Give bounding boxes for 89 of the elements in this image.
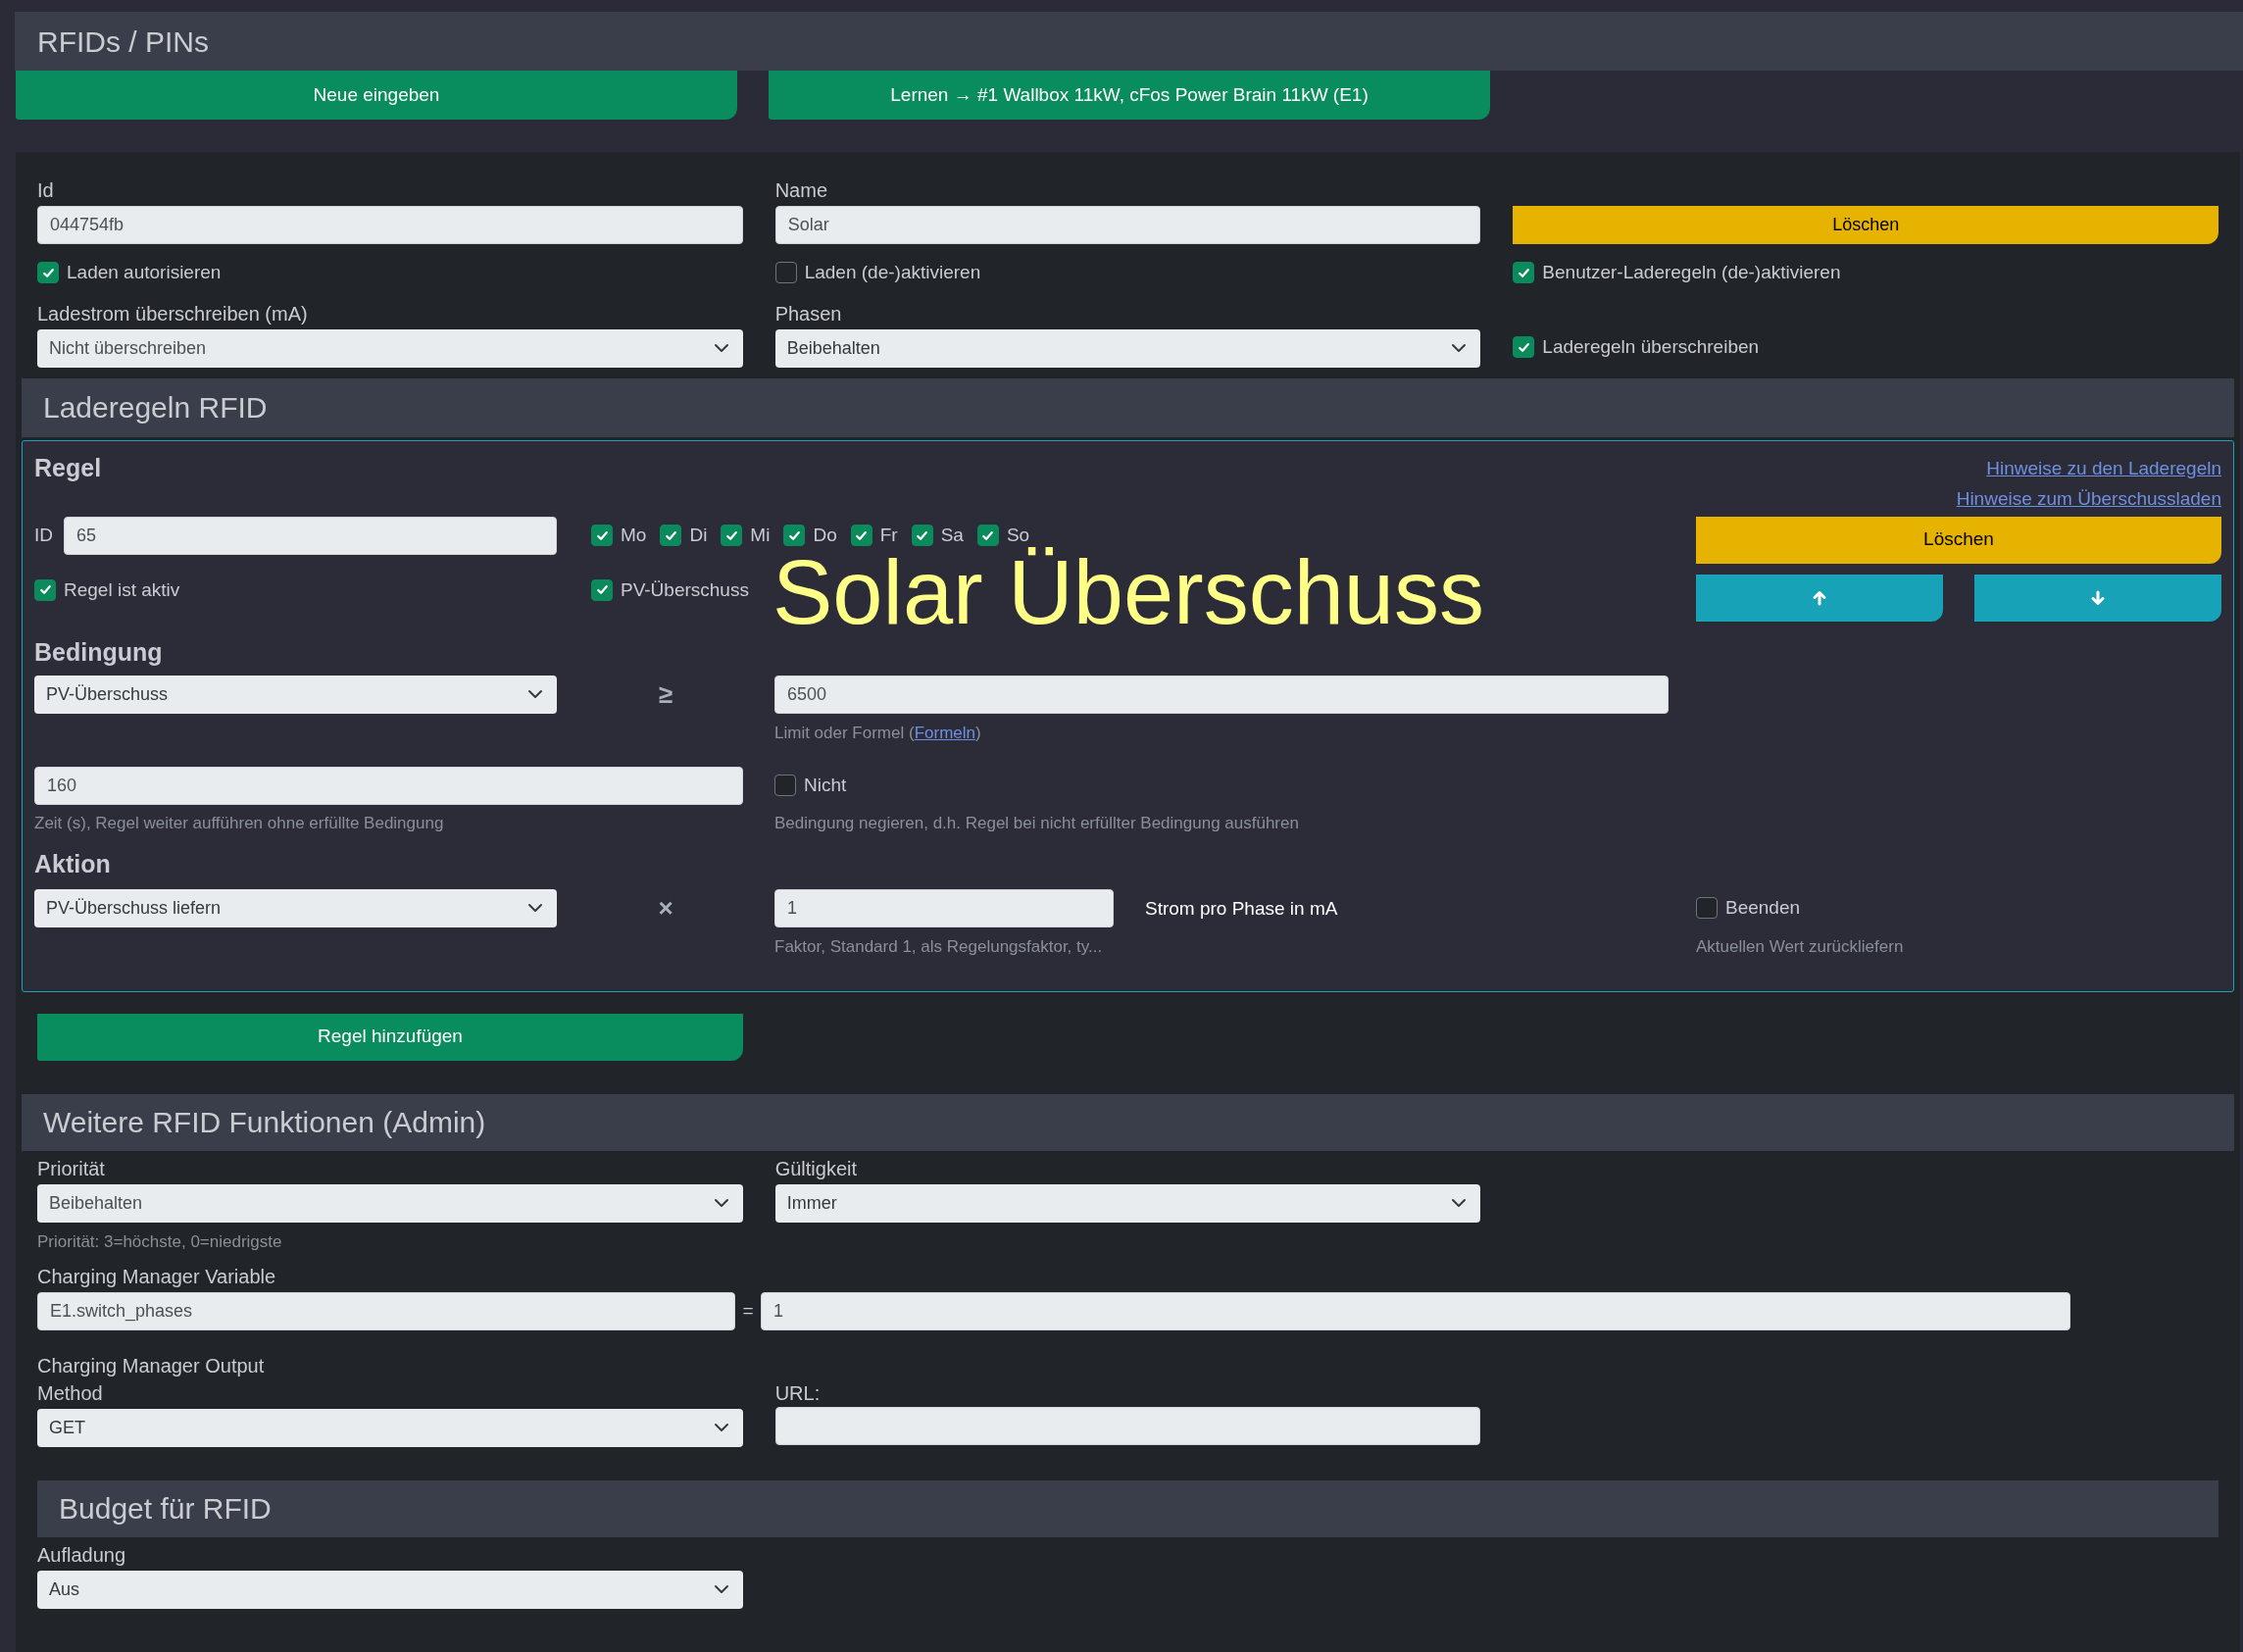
hint-text: Faktor, Standard 1, als Regelungsfaktor, ty... [774, 935, 1104, 958]
text-field[interactable]: 1 [761, 1291, 2070, 1330]
checkbox[interactable] [1513, 262, 1535, 284]
checkbox[interactable] [721, 525, 743, 546]
checkbox-label: Fr [879, 523, 898, 547]
checkbox-label: Nicht [804, 773, 847, 797]
operator-symbol: × [657, 891, 674, 925]
rule-comment: Solar Überschuss [772, 546, 1485, 637]
field-label: Phasen [774, 301, 843, 326]
checkbox-label: Regel ist aktiv [64, 577, 180, 602]
dropdown[interactable]: Beibehalten [37, 1183, 743, 1223]
rule-heading: Regel [34, 452, 102, 482]
field-label: Charging Manager Output [37, 1353, 266, 1378]
field-label: Charging Manager Variable [37, 1264, 277, 1289]
unit-label: Strom pro Phase in mA [1145, 896, 1338, 921]
dropdown[interactable]: PV-Überschuss liefern [34, 888, 557, 927]
button[interactable]: Lernen → #1 Wallbox 11kW, cFos Power Brain 11kW (E1) [769, 71, 1490, 120]
hint-text: Bedingung negieren, d.h. Regel bei nicht erfüllter Bedingung ausführen [774, 812, 1299, 834]
arrow-down-icon [2090, 589, 2106, 606]
checkbox-label: So [1006, 523, 1030, 547]
section-title: Budget für RFID [58, 1491, 273, 1527]
hint-text: Priorität: 3=höchste, 0=niedrigste [37, 1230, 283, 1253]
text-field[interactable]: Solar [774, 206, 1481, 244]
checkbox[interactable] [37, 262, 59, 284]
checkbox[interactable] [591, 578, 613, 601]
dropdown[interactable]: PV-Überschuss [34, 675, 557, 714]
checkbox-label: Benutzer-Laderegeln (de-)aktivieren [1542, 261, 1841, 284]
checkbox-label: Laden autorisieren [67, 261, 222, 284]
checkbox-label: Laden (de-)aktivieren [804, 261, 981, 284]
text-field[interactable]: E1.switch_phases [37, 1291, 735, 1330]
dropdown[interactable]: Beibehalten [774, 328, 1481, 368]
delete-button[interactable]: Löschen [1513, 206, 2218, 244]
dropdown[interactable]: GET [37, 1408, 743, 1447]
section-title: Weitere RFID Funktionen (Admin) [42, 1105, 487, 1140]
checkbox-label: PV-Überschuss [621, 577, 749, 602]
section-heading: Bedingung [34, 636, 164, 667]
text-field[interactable] [774, 1406, 1481, 1445]
checkbox[interactable] [850, 525, 872, 546]
dropdown[interactable]: Aus [37, 1570, 743, 1609]
field-label: Id [37, 178, 55, 203]
checkbox-label: Di [689, 523, 708, 547]
checkbox[interactable] [783, 525, 806, 546]
hint-text: Limit oder Formel (Formeln) [774, 722, 982, 744]
hint-text: Zeit (s), Regel weiter aufführen ohne erfüllte Bedingung [34, 812, 445, 834]
text-field[interactable]: 6500 [774, 675, 1669, 714]
formulas-link[interactable]: Formeln [914, 723, 975, 742]
button[interactable]: Regel hinzufügen [37, 1013, 743, 1061]
checkbox[interactable] [660, 525, 682, 546]
text-field[interactable]: 65 [64, 516, 557, 555]
field-label: Aufladung [37, 1542, 127, 1568]
dropdown[interactable]: Nicht überschreiben [37, 328, 743, 368]
checkbox[interactable] [1513, 336, 1535, 359]
checkbox[interactable] [911, 525, 933, 546]
text-field[interactable]: 160 [34, 766, 743, 805]
field-label: ID [34, 523, 54, 547]
field-label: Gültigkeit [774, 1156, 859, 1181]
section-heading: Aktion [34, 848, 112, 878]
checkbox[interactable] [1696, 897, 1718, 919]
help-link[interactable]: Hinweise zu den Laderegeln [1986, 452, 2221, 483]
field-label: Method [37, 1380, 104, 1406]
text-field[interactable]: 1 [774, 888, 1114, 927]
checkbox-label: Laderegeln überschreiben [1542, 335, 1760, 359]
checkbox-label: Beenden [1725, 895, 1801, 920]
checkbox-label: Mo [621, 523, 647, 547]
field-label: Name [774, 178, 828, 203]
field-label: Ladestrom überschreiben (mA) [37, 301, 309, 326]
checkbox[interactable] [34, 578, 56, 601]
operator-symbol: ≥ [657, 677, 674, 711]
checkbox[interactable] [976, 525, 999, 546]
move-up-button[interactable] [1696, 574, 1943, 622]
dropdown[interactable]: Immer [774, 1183, 1481, 1223]
hint-text: Aktuellen Wert zurückliefern [1696, 935, 1905, 958]
checkbox[interactable] [591, 525, 613, 546]
text-field[interactable]: 044754fb [37, 206, 743, 244]
operator-symbol: = [741, 1298, 755, 1323]
checkbox-label: Do [813, 523, 837, 547]
field-label: URL: [774, 1380, 822, 1406]
checkbox-label: Sa [940, 523, 964, 547]
section-title: Laderegeln RFID [42, 390, 269, 426]
page-title: RFIDs / PINs [36, 24, 209, 60]
delete-button[interactable]: Löschen [1696, 516, 2221, 564]
arrow-up-icon [1812, 589, 1827, 606]
move-down-button[interactable] [1974, 574, 2221, 622]
checkbox-label: Mi [750, 523, 771, 547]
checkbox[interactable] [774, 775, 796, 796]
field-label: Priorität [37, 1156, 106, 1181]
checkbox[interactable] [774, 262, 797, 284]
button[interactable]: Neue eingeben [16, 71, 737, 120]
help-link[interactable]: Hinweise zum Überschussladen [1956, 482, 2221, 514]
